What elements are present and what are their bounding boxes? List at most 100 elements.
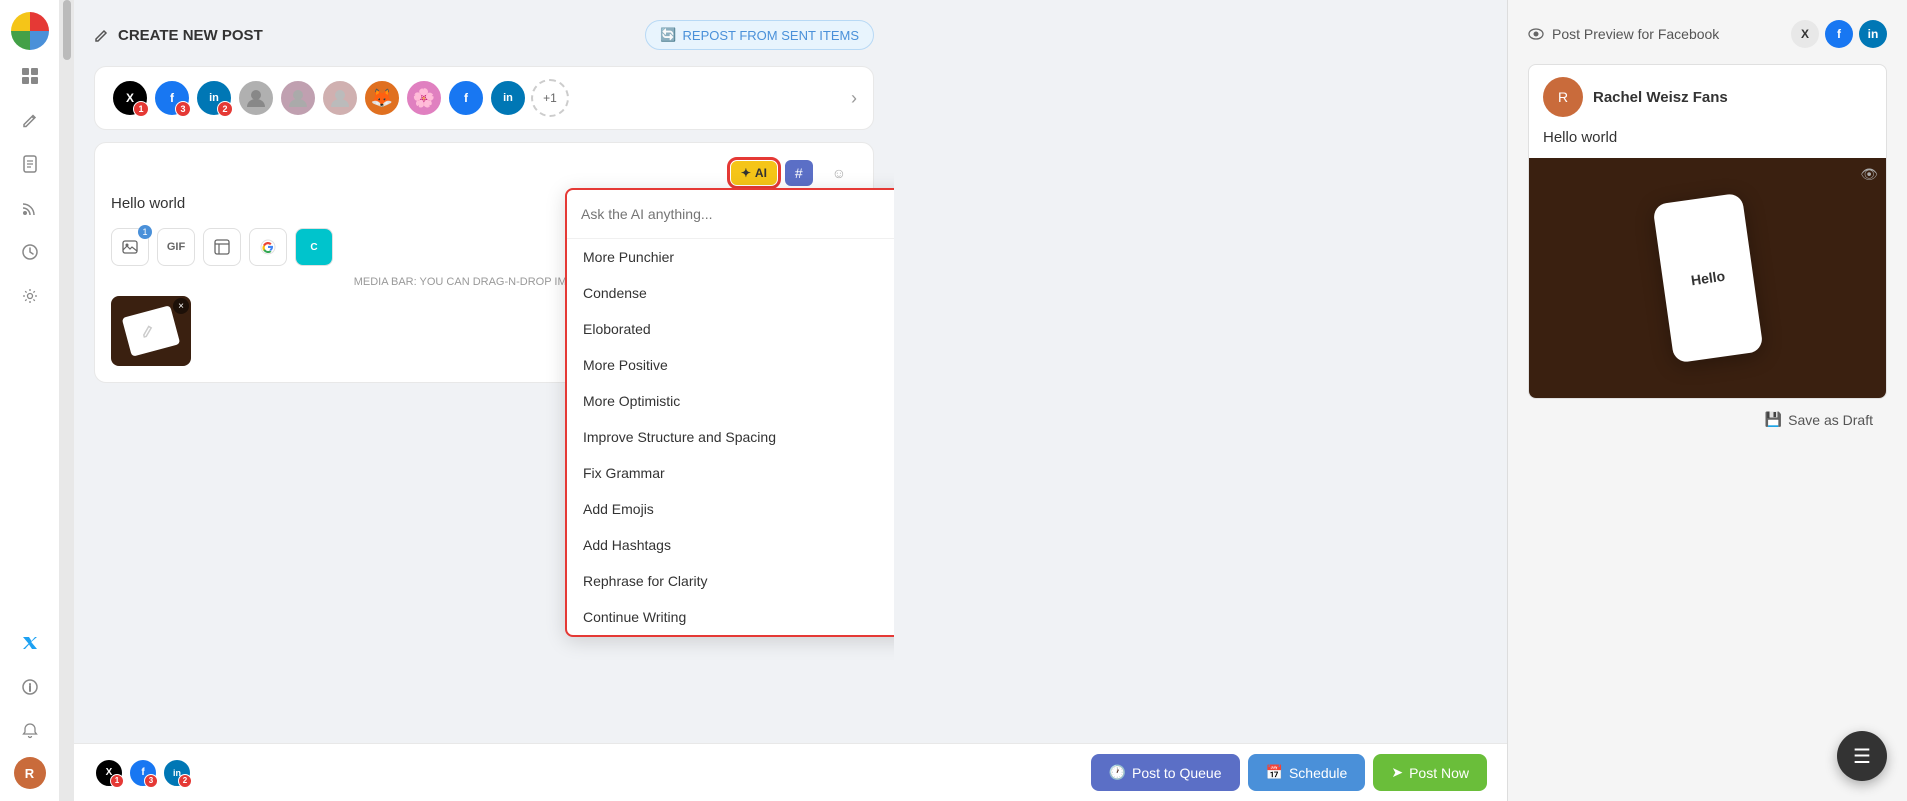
preview-social-icons: X f in [1791,20,1887,48]
acc-fb2[interactable]: f [447,79,485,117]
queue-label: Post to Queue [1132,765,1222,781]
repost-icon: 🔄 [660,27,676,43]
ai-option-hashtags[interactable]: Add Hashtags [567,527,894,563]
account-selector: X 1 f 3 in 2 [94,66,874,130]
canva-btn[interactable]: C [295,228,333,266]
acc-pink[interactable]: 🌸 [405,79,443,117]
user-avatar[interactable]: R [14,757,46,789]
scroll-thumb[interactable] [63,0,71,60]
acc-user3[interactable] [321,79,359,117]
preview-header: Post Preview for Facebook X f in [1528,20,1887,48]
image-upload-btn[interactable]: 1 [111,228,149,266]
bottom-bar: X 1 f 3 in 2 🕐 Post to Queue 📅 Schedule [74,743,1507,801]
acc-fox[interactable]: 🦊 [363,79,401,117]
ai-option-punchier[interactable]: More Punchier [567,239,894,275]
acc-x[interactable]: X 1 [111,79,149,117]
schedule-btn[interactable]: 📅 Schedule [1248,754,1366,791]
preview-image: Hello 👁 [1529,158,1886,398]
accounts-chevron[interactable]: › [851,88,857,109]
ai-button-label: AI [755,166,767,180]
media-preview-inner [122,305,181,357]
phone-text: Hello [1689,268,1725,289]
emoji-icon: ☺ [832,165,846,181]
save-draft-button[interactable]: 💾 Save as Draft [1528,399,1887,440]
acc-li[interactable]: in 2 [195,79,233,117]
template-btn[interactable] [203,228,241,266]
acc-x-badge: 1 [133,101,149,117]
acc-li-badge: 2 [217,101,233,117]
image-badge: 1 [138,225,152,239]
acc-fb[interactable]: f 3 [153,79,191,117]
composer-toolbar: ✦ AI # ☺ [111,159,857,187]
media-preview: × [111,296,191,366]
ai-option-optimistic[interactable]: More Optimistic [567,383,894,419]
preview-title: Post Preview for Facebook [1528,26,1719,42]
sidebar-item-clock[interactable] [12,234,48,270]
ai-option-condense[interactable]: Condense [567,275,894,311]
repost-label: REPOST FROM SENT ITEMS [683,28,859,43]
phone-mockup: Hello [1652,193,1763,364]
sidebar-item-info[interactable] [12,669,48,705]
acc-user1[interactable] [237,79,275,117]
ai-option-grammar[interactable]: Fix Grammar [567,455,894,491]
fab-icon: ☰ [1853,744,1871,769]
emoji-button[interactable]: ☺ [821,159,857,187]
sidebar-item-grid[interactable] [12,58,48,94]
post-to-queue-btn[interactable]: 🕐 Post to Queue [1091,754,1240,791]
hashtag-button[interactable]: # [785,160,813,186]
bottom-acc-li[interactable]: in 2 [162,758,192,788]
preview-li-icon[interactable]: in [1859,20,1887,48]
acc-fb-badge: 3 [175,101,191,117]
sidebar-item-edit[interactable] [12,102,48,138]
ai-option-positive[interactable]: More Positive [567,347,894,383]
ai-option-rephrase[interactable]: Rephrase for Clarity [567,563,894,599]
bottom-acc-li-badge: 2 [178,774,192,788]
post-now-label: Post Now [1409,765,1469,781]
post-composer: ✦ AI # ☺ Hello world 1 GIF [94,142,874,383]
preview-card: R Rachel Weisz Fans Hello world Hello 👁 [1528,64,1887,399]
scrollbar[interactable] [60,0,74,801]
sidebar-item-document[interactable] [12,146,48,182]
preview-card-header: R Rachel Weisz Fans [1529,65,1886,129]
queue-icon: 🕐 [1109,764,1126,781]
ai-button[interactable]: ✦ AI [731,161,777,185]
bottom-acc-fb[interactable]: f 3 [128,758,158,788]
post-now-icon: ➤ [1391,764,1403,781]
app-logo[interactable] [11,12,49,50]
schedule-icon: 📅 [1266,764,1283,781]
acc-more[interactable]: +1 [531,79,569,117]
repost-button[interactable]: 🔄 REPOST FROM SENT ITEMS [645,20,874,50]
acc-li2[interactable]: in [489,79,527,117]
ai-option-elaborated[interactable]: Eloborated [567,311,894,347]
google-btn[interactable] [249,228,287,266]
preview-image-eye-icon: 👁 [1860,166,1878,183]
ai-option-continue[interactable]: Continue Writing [567,599,894,635]
schedule-label: Schedule [1289,765,1347,781]
sidebar-item-twitter[interactable] [12,625,48,661]
bottom-acc-x-badge: 1 [110,774,124,788]
action-buttons: 🕐 Post to Queue 📅 Schedule ➤ Post Now [1091,754,1487,791]
acc-user2[interactable] [279,79,317,117]
gif-btn[interactable]: GIF [157,228,195,266]
preview-fb-icon[interactable]: f [1825,20,1853,48]
save-draft-label: Save as Draft [1788,412,1873,428]
sidebar-bottom: R [12,625,48,789]
bottom-acc-x[interactable]: X 1 [94,758,124,788]
ai-button-icon: ✦ [741,166,751,180]
account-avatars: X 1 f 3 in 2 [111,79,851,117]
preview-avatar: R [1543,77,1583,117]
sidebar-item-feed[interactable] [12,190,48,226]
sidebar-item-settings[interactable] [12,278,48,314]
fab-button[interactable]: ☰ [1837,731,1887,781]
media-remove-btn[interactable]: × [173,298,189,314]
preview-x-icon[interactable]: X [1791,20,1819,48]
ai-option-emojis[interactable]: Add Emojis [567,491,894,527]
ai-option-structure[interactable]: Improve Structure and Spacing [567,419,894,455]
save-draft-icon: 💾 [1765,411,1782,428]
ai-input-row: ↵ [567,190,894,239]
ai-dropdown: ↵ More Punchier Condense Eloborated More… [565,188,894,637]
ai-input[interactable] [581,206,894,222]
post-now-btn[interactable]: ➤ Post Now [1373,754,1487,791]
sidebar-item-bell[interactable] [12,713,48,749]
create-post-title: CREATE NEW POST [118,27,263,44]
